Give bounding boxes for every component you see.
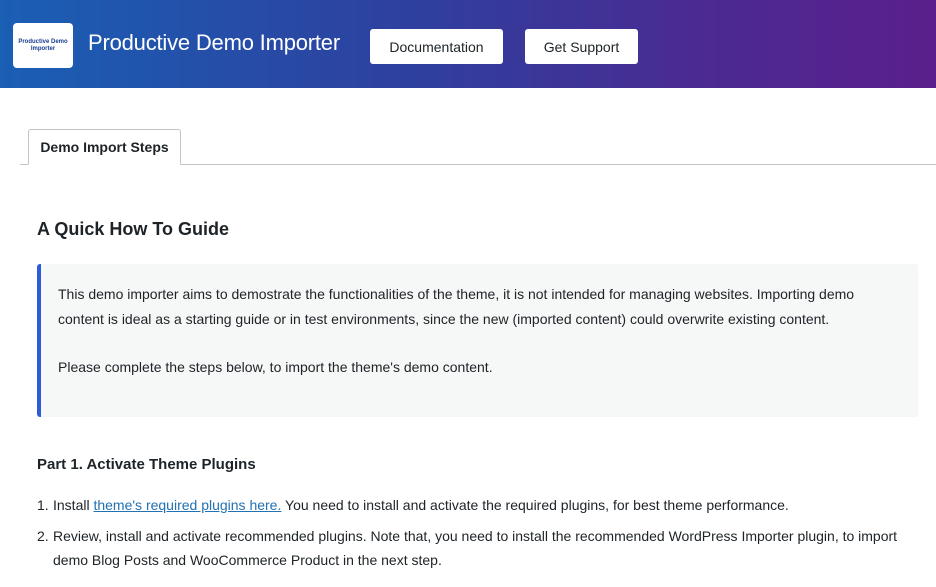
app-logo: Productive Demo Importer xyxy=(13,23,73,68)
step-number: 2. xyxy=(37,528,49,544)
info-notice: This demo importer aims to demostrate th… xyxy=(37,264,918,417)
header-bar: Productive Demo Importer Productive Demo… xyxy=(0,0,936,88)
app-title: Productive Demo Importer xyxy=(88,30,340,55)
list-item: 2. Review, install and activate recommen… xyxy=(37,524,917,572)
step-number: 1. xyxy=(37,497,49,513)
documentation-button[interactable]: Documentation xyxy=(370,29,503,64)
step-text: Review, install and activate recommended… xyxy=(53,528,898,568)
get-support-button[interactable]: Get Support xyxy=(525,29,638,64)
required-plugins-link[interactable]: theme's required plugins here. xyxy=(93,497,281,513)
notice-paragraph: Please complete the steps below, to impo… xyxy=(58,359,493,375)
part-1-title: Part 1. Activate Theme Plugins xyxy=(37,456,256,473)
list-item: 1. Install theme's required plugins here… xyxy=(37,493,917,517)
notice-paragraph: This demo importer aims to demostrate th… xyxy=(58,286,855,327)
steps-list: 1. Install theme's required plugins here… xyxy=(37,493,917,579)
guide-title: A Quick How To Guide xyxy=(37,219,230,239)
tab-demo-import-steps[interactable]: Demo Import Steps xyxy=(28,129,181,165)
step-text: You need to install and activate the req… xyxy=(281,497,789,513)
step-text: Install xyxy=(53,497,94,513)
